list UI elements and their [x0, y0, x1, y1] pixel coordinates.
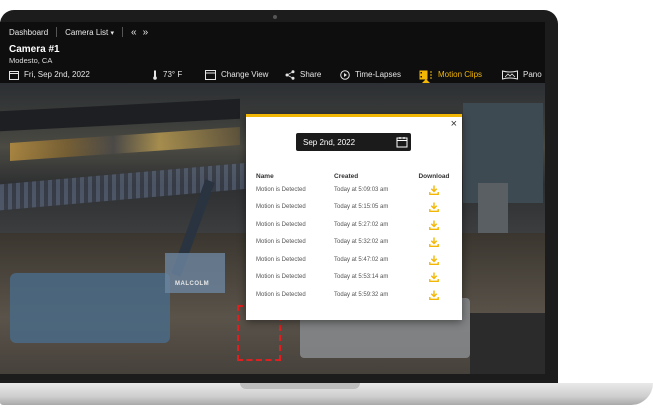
download-button[interactable]	[416, 290, 452, 300]
chevron-down-icon: ▾	[110, 29, 115, 37]
download-icon[interactable]	[429, 272, 439, 283]
table-row: Motion is Detected Today at 5:59:32 am	[256, 286, 452, 304]
change-view-button[interactable]: Change View	[205, 69, 269, 80]
clip-created: Today at 5:15:05 am	[334, 204, 389, 211]
clip-created: Today at 5:09:03 am	[334, 186, 389, 193]
calendar-icon	[9, 70, 19, 80]
scene-machine	[165, 253, 225, 293]
close-icon[interactable]: ×	[451, 118, 457, 130]
scene-machine	[470, 313, 545, 374]
camera-header: Camera #1 Modesto, CA	[0, 42, 545, 68]
webcam-dot	[273, 15, 277, 19]
clip-name: Motion is Detected	[256, 291, 306, 298]
clip-name: Motion is Detected	[256, 221, 306, 228]
temperature-label: 73° F	[163, 70, 183, 79]
machine-label: MALCOLM	[175, 281, 210, 287]
clips-table-header: Name Created Download	[256, 171, 452, 181]
scene-machine	[10, 273, 170, 343]
download-button[interactable]	[416, 202, 452, 213]
pano-button[interactable]: Pano	[502, 69, 542, 80]
download-icon[interactable]	[429, 237, 439, 248]
date-label: Fri, Sep 2nd, 2022	[24, 70, 90, 79]
date-selector[interactable]: Fri, Sep 2nd, 2022	[9, 70, 90, 80]
motion-clips-modal: × Sep 2nd, 2022 Name Created Download Mo…	[246, 114, 462, 320]
share-icon	[285, 69, 295, 80]
clip-created: Today at 5:53:14 am	[334, 274, 389, 281]
clip-date-picker[interactable]: Sep 2nd, 2022	[296, 133, 411, 151]
clip-name: Motion is Detected	[256, 204, 306, 211]
clip-name: Motion is Detected	[256, 256, 306, 263]
download-button[interactable]	[416, 237, 452, 248]
panorama-icon	[502, 69, 518, 80]
nav-camera-list-label: Camera List	[65, 27, 109, 37]
top-nav: Dashboard Camera List ▾ « »	[0, 22, 545, 42]
play-circle-icon	[340, 69, 350, 80]
column-header-download: Download	[418, 172, 450, 180]
download-icon[interactable]	[429, 290, 439, 300]
film-icon	[419, 70, 432, 79]
table-row: Motion is Detected Today at 5:15:05 am	[256, 199, 452, 217]
next-camera-button[interactable]: »	[143, 27, 155, 38]
camera-title: Camera #1	[9, 44, 60, 55]
thermometer-icon	[153, 70, 157, 80]
scene-rail	[0, 161, 260, 211]
download-icon[interactable]	[429, 255, 439, 265]
clip-created: Today at 5:59:32 am	[334, 291, 389, 298]
change-view-icon	[205, 69, 216, 80]
download-icon[interactable]	[429, 185, 439, 195]
download-button[interactable]	[416, 255, 452, 265]
scene-lights	[10, 126, 240, 162]
table-row: Motion is Detected Today at 5:47:02 am	[256, 251, 452, 269]
column-header-created: Created	[334, 172, 359, 180]
download-button[interactable]	[416, 220, 452, 230]
table-row: Motion is Detected Today at 5:27:02 am	[256, 216, 452, 234]
time-lapses-label: Time-Lapses	[355, 70, 401, 79]
camera-location: Modesto, CA	[9, 56, 53, 65]
download-button[interactable]	[416, 185, 452, 195]
clips-table: Name Created Download Motion is Detected…	[256, 171, 452, 304]
temperature: 73° F	[152, 70, 182, 80]
motion-clips-button[interactable]: Motion Clips	[419, 70, 482, 80]
clip-name: Motion is Detected	[256, 186, 306, 193]
nav-divider	[56, 27, 58, 37]
nav-divider	[122, 27, 124, 37]
clip-date-value: Sep 2nd, 2022	[303, 137, 356, 147]
laptop-base-notch	[240, 383, 360, 389]
table-row: Motion is Detected Today at 5:32:02 am	[256, 234, 452, 252]
app-screen: Dashboard Camera List ▾ « » Camera #1 Mo…	[0, 22, 545, 374]
scene-overpass	[0, 98, 240, 132]
table-row: Motion is Detected Today at 5:53:14 am	[256, 269, 452, 287]
clip-created: Today at 5:32:02 am	[334, 239, 389, 246]
download-button[interactable]	[416, 272, 452, 283]
nav-camera-list[interactable]: Camera List ▾	[65, 28, 114, 37]
camera-toolbar: Fri, Sep 2nd, 2022 73° F Change View Sha…	[0, 66, 545, 84]
clip-created: Today at 5:47:02 am	[334, 256, 389, 263]
nav-dashboard[interactable]: Dashboard	[9, 28, 48, 37]
download-icon[interactable]	[429, 220, 439, 230]
change-view-label: Change View	[221, 70, 269, 79]
download-icon[interactable]	[429, 202, 439, 213]
table-row: Motion is Detected Today at 5:09:03 am	[256, 181, 452, 199]
clip-name: Motion is Detected	[256, 239, 306, 246]
share-label: Share	[300, 70, 322, 79]
pano-label: Pano	[523, 70, 542, 79]
calendar-icon[interactable]	[396, 136, 408, 148]
motion-clips-label: Motion Clips	[438, 70, 483, 79]
time-lapses-button[interactable]: Time-Lapses	[340, 69, 401, 80]
clips-table-body: Motion is Detected Today at 5:09:03 am Mot…	[256, 181, 452, 304]
prev-camera-button[interactable]: «	[131, 27, 143, 38]
clip-created: Today at 5:27:02 am	[334, 221, 389, 228]
clip-name: Motion is Detected	[256, 274, 306, 281]
column-header-name: Name	[256, 172, 274, 180]
share-button[interactable]: Share	[285, 69, 322, 80]
